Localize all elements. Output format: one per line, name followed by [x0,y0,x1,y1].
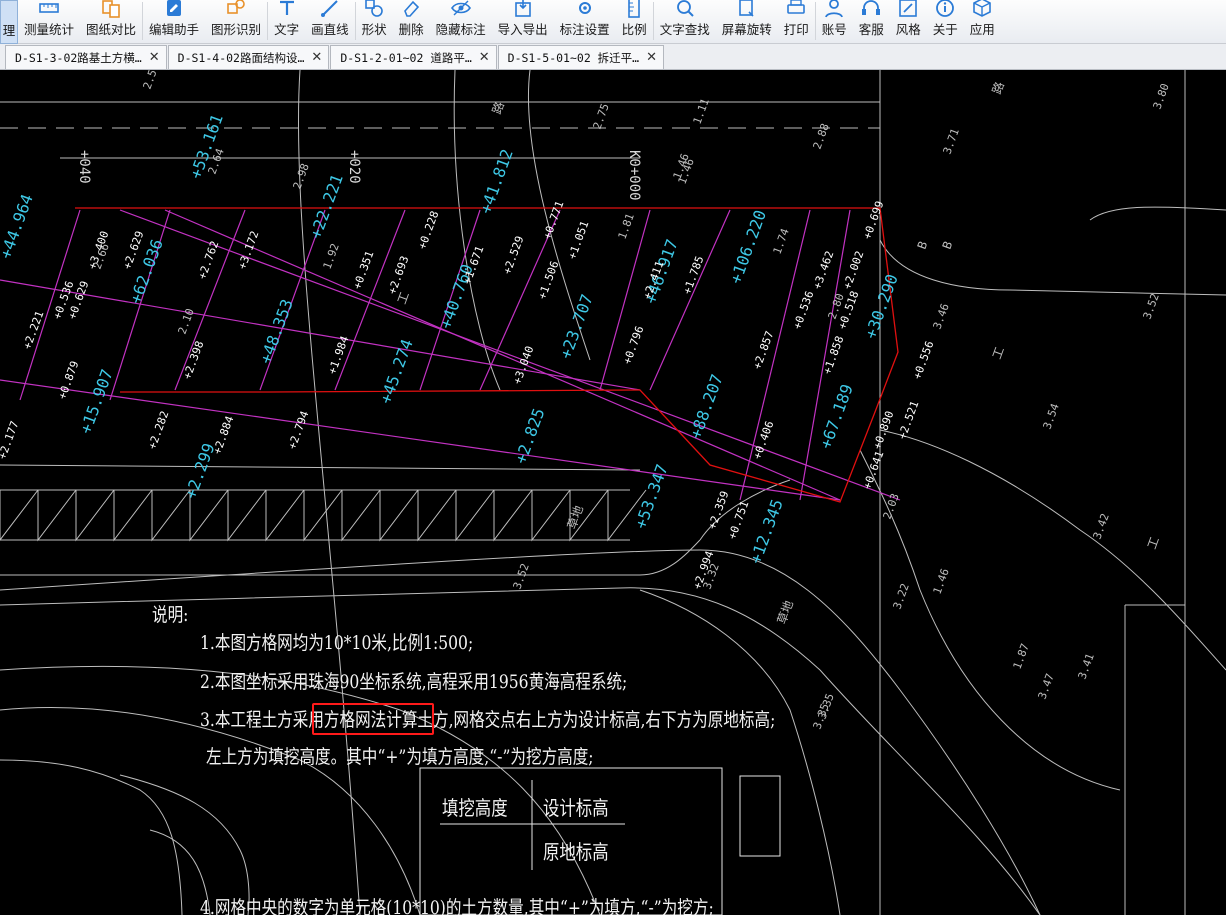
import-export-icon [511,0,535,19]
toolbar-button-import-export[interactable]: 导入导出 [492,0,554,44]
tab-label: D-S1-3-02路基土方横… [15,50,142,65]
toolbar-button-shape-recognize[interactable]: 图形识别 [205,0,267,44]
toolbar-label: 形状 [361,22,387,37]
toolbar-button-shape[interactable]: 形状 [356,0,393,44]
toolbar-button-line[interactable]: 画直线 [305,0,355,44]
shape-recognize-icon [224,0,248,19]
toolbar-label: 图形识别 [211,22,262,37]
toolbar-label: 编辑助手 [149,22,200,37]
toolbar-label: 文字查找 [659,22,710,37]
document-tab[interactable]: D-S1-5-01~02 拆迁平… ✕ [497,45,664,69]
toolbar-button-headset[interactable]: 客服 [853,0,890,44]
toolbar-label: 比例 [621,22,647,37]
toolbar-button-annotation-settings[interactable]: 标注设置 [554,0,616,44]
toolbar-button-ruler[interactable]: 测量统计 [18,0,80,44]
rotate-icon [735,0,759,19]
tab-label: D-S1-5-01~02 拆迁平… [507,50,640,65]
close-icon[interactable]: ✕ [646,50,657,65]
headset-icon [859,0,883,19]
toolbar-label: 客服 [858,22,884,37]
toolbar-label: 测量统计 [24,22,75,37]
toolbar-label: 风格 [895,22,921,37]
toolbar-button-edit-assistant[interactable]: 编辑助手 [143,0,205,44]
toolbar-label: 导入导出 [497,22,548,37]
toolbar-partial-label: 理 [2,23,16,38]
toolbar-button-eraser[interactable]: 删除 [393,0,430,44]
toolbar-label: 账号 [821,22,847,37]
close-icon[interactable]: ✕ [311,50,322,65]
toolbar-button-account[interactable]: 账号 [816,0,853,44]
line-icon [318,0,342,19]
toolbar-partial-button[interactable]: 理 [0,0,18,44]
toolbar-label: 文字 [274,22,300,37]
print-icon [784,0,808,19]
toolbar-button-scale[interactable]: 比例 [616,0,653,44]
toolbar-label: 打印 [783,22,809,37]
toolbar-label: 关于 [932,22,958,37]
toolbar-button-print[interactable]: 打印 [778,0,815,44]
eye-icon [449,0,473,19]
find-text-icon [673,0,697,19]
drawing-canvas[interactable]: +44.964 +53.161 +62.036 +22.221 +48.353 +40.7… [0,62,1226,915]
annotation-settings-icon [573,0,597,19]
toolbar-button-text[interactable]: 文字 [268,0,305,44]
account-icon [822,0,846,19]
tab-label: D-S1-4-02路面结构设… [177,50,305,65]
toolbar-button-apps[interactable]: 应用 [964,0,1001,44]
ruler-icon [37,0,61,19]
document-tab[interactable]: D-S1-2-01~02 道路平… ✕ [330,45,497,69]
toolbar-label: 应用 [969,22,995,37]
tab-label: D-S1-2-01~02 道路平… [340,50,472,65]
toolbar-label: 画直线 [311,22,349,37]
close-icon[interactable]: ✕ [149,50,160,65]
document-tab[interactable]: D-S1-3-02路基土方横… ✕ [5,45,167,69]
shape-icon [362,0,386,19]
toolbar-label: 删除 [398,22,424,37]
text-icon [275,0,299,19]
cad-drawing[interactable]: +44.964+53.161+62.036+22.221+48.353+40.7… [0,62,1226,915]
main-toolbar: 理测量统计 图纸对比 编辑助手 图形识别 文字 画直线 形状 删除 隐藏标注 导入导出 标注设置 比例… [0,0,1226,44]
edit-assistant-icon [162,0,186,19]
chainage-label: K0+000 [626,150,642,201]
chainage-label: +020 [346,150,362,184]
apps-icon [970,0,994,19]
info-icon [933,0,957,19]
toolbar-label: 标注设置 [559,22,610,37]
chainage-label: +040 [76,150,92,184]
compare-icon [99,0,123,19]
toolbar-label: 屏幕旋转 [721,22,772,37]
toolbar-button-info[interactable]: 关于 [927,0,964,44]
eraser-icon [399,0,423,19]
toolbar-button-rotate[interactable]: 屏幕旋转 [716,0,778,44]
toolbar-label: 隐藏标注 [435,22,486,37]
scale-icon [622,0,646,19]
toolbar-button-compare[interactable]: 图纸对比 [80,0,142,44]
close-icon[interactable]: ✕ [479,50,490,65]
document-tab[interactable]: D-S1-4-02路面结构设… ✕ [167,45,330,69]
toolbar-button-find-text[interactable]: 文字查找 [654,0,716,44]
document-tab-bar: D-S1-3-02路基土方横… ✕ D-S1-4-02路面结构设… ✕ D-S1-2-0… [0,44,1226,70]
style-icon [896,0,920,19]
toolbar-label: 图纸对比 [86,22,137,37]
toolbar-button-eye[interactable]: 隐藏标注 [430,0,492,44]
toolbar-button-style[interactable]: 风格 [890,0,927,44]
